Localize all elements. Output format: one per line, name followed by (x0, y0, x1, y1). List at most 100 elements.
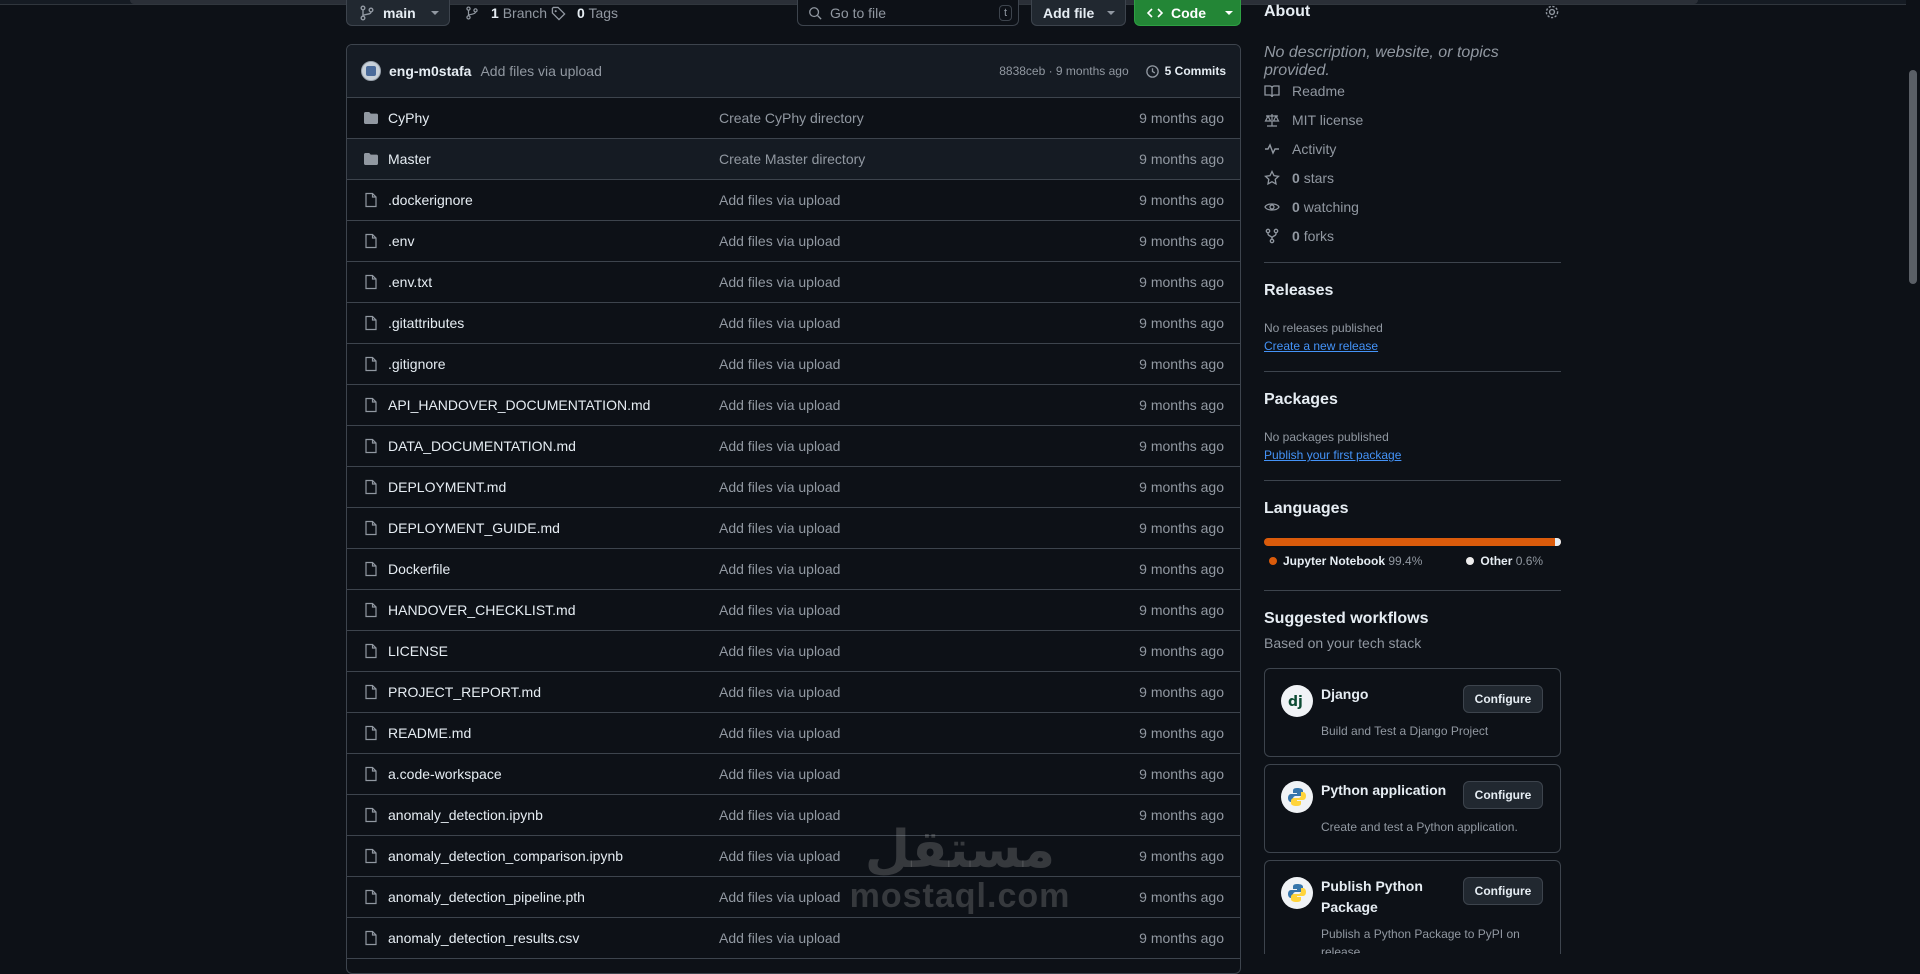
file-name[interactable]: anomaly_detection_comparison.ipynb (388, 848, 623, 864)
watching-link[interactable]: 0 watching (1264, 197, 1359, 217)
commit-message-link[interactable]: Add files via upload (719, 684, 840, 700)
file-name[interactable]: PROJECT_REPORT.md (388, 684, 541, 700)
add-file-button[interactable]: Add file (1031, 0, 1126, 26)
file-name[interactable]: .gitattributes (388, 315, 464, 331)
table-row[interactable]: DEPLOYMENT.md Add files via upload 9 month… (347, 467, 1240, 508)
commit-message-link[interactable]: Create CyPhy directory (719, 110, 864, 126)
scrollbar-thumb[interactable] (1909, 70, 1917, 284)
page-scrollbar[interactable] (1906, 0, 1920, 954)
table-row[interactable]: LICENSE Add files via upload 9 months ago (347, 631, 1240, 672)
gear-icon[interactable] (1544, 4, 1560, 20)
language-item-jupyter[interactable]: Jupyter Notebook 99.4% (1269, 554, 1422, 568)
table-row[interactable]: DATA_DOCUMENTATION.md Add files via uploa… (347, 426, 1240, 467)
commit-author[interactable]: eng-m0stafa (389, 63, 471, 79)
table-row[interactable]: anomaly_detection_pipeline.pth Add files … (347, 877, 1240, 918)
table-row[interactable]: HANDOVER_CHECKLIST.md Add files via uploa… (347, 590, 1240, 631)
commit-message-link[interactable]: Add files via upload (719, 438, 840, 454)
commit-message-link[interactable]: Add files via upload (719, 315, 840, 331)
table-row[interactable]: .env Add files via upload 9 months ago (347, 221, 1240, 262)
commit-message-link[interactable]: Add files via upload (719, 643, 840, 659)
publish-package-link[interactable]: Publish your first package (1264, 448, 1401, 462)
table-row[interactable]: CyPhy Create CyPhy directory 9 months ago (347, 98, 1240, 139)
commit-message-link[interactable]: Add files via upload (719, 807, 840, 823)
configure-button[interactable]: Configure (1463, 685, 1543, 713)
file-icon (365, 479, 377, 495)
tags-link[interactable]: 0 Tags (551, 0, 618, 26)
file-name[interactable]: .env.txt (388, 274, 432, 290)
commit-message-link[interactable]: Add files via upload (719, 561, 840, 577)
commit-message-link[interactable]: Add files via upload (719, 479, 840, 495)
table-row[interactable]: API_HANDOVER_DOCUMENTATION.md Add files v… (347, 385, 1240, 426)
commit-message-link[interactable]: Add files via upload (719, 397, 840, 413)
file-icon (365, 520, 377, 536)
table-row[interactable]: .gitattributes Add files via upload 9 mont… (347, 303, 1240, 344)
branches-link[interactable]: 1 Branch (465, 0, 547, 26)
file-name[interactable]: a.code-workspace (388, 766, 502, 782)
file-name[interactable]: HANDOVER_CHECKLIST.md (388, 602, 576, 618)
file-name[interactable]: Dockerfile (388, 561, 450, 577)
commit-message-link[interactable]: Add files via upload (719, 233, 840, 249)
table-row[interactable]: README.md Add files via upload 9 months ag… (347, 713, 1240, 754)
table-row[interactable]: a.code-workspace Add files via upload 9 mo… (347, 754, 1240, 795)
activity-link[interactable]: Activity (1264, 139, 1336, 159)
commits-link[interactable]: 5 Commits (1145, 64, 1226, 79)
file-name[interactable]: anomaly_detection_pipeline.pth (388, 889, 585, 905)
file-name[interactable]: CyPhy (388, 110, 429, 126)
file-name[interactable]: anomaly_detection_results.csv (388, 930, 579, 946)
license-link[interactable]: MIT license (1264, 110, 1363, 130)
file-name[interactable]: anomaly_detection.ipynb (388, 807, 543, 823)
commit-message-link[interactable]: Add files via upload (719, 356, 840, 372)
language-bar (1264, 538, 1561, 546)
file-name[interactable]: Master (388, 151, 431, 167)
table-row[interactable]: .env.txt Add files via upload 9 months ago (347, 262, 1240, 303)
file-name[interactable]: DEPLOYMENT.md (388, 479, 506, 495)
commit-message-link[interactable]: Add files via upload (719, 192, 840, 208)
releases-heading[interactable]: Releases (1264, 282, 1333, 300)
file-name[interactable]: DEPLOYMENT_GUIDE.md (388, 520, 560, 536)
commit-message-link[interactable]: Add files via upload (719, 889, 840, 905)
table-row[interactable]: anomaly_detection.ipynb Add files via upl… (347, 795, 1240, 836)
table-row[interactable]: Master Create Master directory 9 months ag… (347, 139, 1240, 180)
table-row[interactable]: .dockerignore Add files via upload 9 month… (347, 180, 1240, 221)
file-name[interactable]: .gitignore (388, 356, 446, 372)
stars-link[interactable]: 0 stars (1264, 168, 1334, 188)
file-name[interactable]: README.md (388, 725, 471, 741)
table-row[interactable]: anomaly_detection_comparison.ipynb Add fi… (347, 836, 1240, 877)
file-name[interactable]: DATA_DOCUMENTATION.md (388, 438, 576, 454)
file-name[interactable]: LICENSE (388, 643, 448, 659)
file-name[interactable]: API_HANDOVER_DOCUMENTATION.md (388, 397, 650, 413)
commit-message[interactable]: Add files via upload (480, 63, 601, 79)
branch-selector-button[interactable]: main (346, 0, 450, 26)
commit-message-link[interactable]: Create Master directory (719, 151, 865, 167)
table-row[interactable]: PROJECT_REPORT.md Add files via upload 9 m… (347, 672, 1240, 713)
go-to-file-input[interactable]: Go to file t (797, 0, 1019, 26)
workflow-card-django: dj Django Configure Build and Test a Dja… (1264, 668, 1561, 757)
code-button[interactable]: Code (1134, 0, 1241, 26)
table-row[interactable]: Dockerfile Add files via upload 9 months a… (347, 549, 1240, 590)
file-icon (365, 233, 377, 249)
commit-message-link[interactable]: Add files via upload (719, 725, 840, 741)
configure-button[interactable]: Configure (1463, 781, 1543, 809)
readme-link[interactable]: Readme (1264, 81, 1345, 101)
create-release-link[interactable]: Create a new release (1264, 339, 1378, 353)
file-name[interactable]: .dockerignore (388, 192, 473, 208)
book-icon (1264, 85, 1280, 98)
commit-message-link[interactable]: Add files via upload (719, 520, 840, 536)
configure-button[interactable]: Configure (1463, 877, 1543, 905)
table-row[interactable]: anomaly_detection_results.csv Add files v… (347, 918, 1240, 959)
commit-message-link[interactable]: Add files via upload (719, 930, 840, 946)
workflows-subtitle: Based on your tech stack (1264, 635, 1422, 651)
commit-message-link[interactable]: Add files via upload (719, 766, 840, 782)
file-name[interactable]: .env (388, 233, 414, 249)
table-row[interactable]: DEPLOYMENT_GUIDE.md Add files via upload 9… (347, 508, 1240, 549)
commit-hash-time[interactable]: 8838ceb · 9 months ago (999, 64, 1128, 78)
commit-message-link[interactable]: Add files via upload (719, 602, 840, 618)
commit-age: 9 months ago (1139, 192, 1224, 208)
table-row[interactable]: .gitignore Add files via upload 9 months a… (347, 344, 1240, 385)
forks-link[interactable]: 0 forks (1264, 226, 1334, 246)
packages-heading[interactable]: Packages (1264, 391, 1338, 409)
language-legend: Jupyter Notebook 99.4% Other 0.6% (1269, 554, 1543, 568)
commit-message-link[interactable]: Add files via upload (719, 848, 840, 864)
avatar[interactable] (361, 61, 381, 81)
commit-message-link[interactable]: Add files via upload (719, 274, 840, 290)
